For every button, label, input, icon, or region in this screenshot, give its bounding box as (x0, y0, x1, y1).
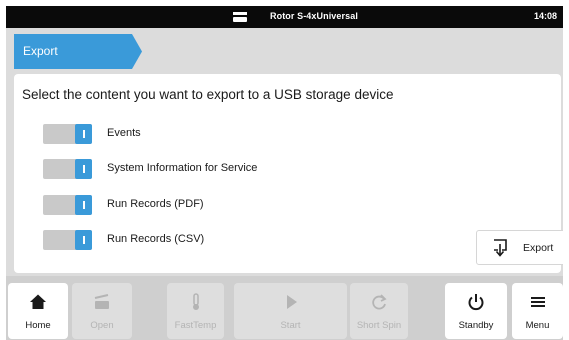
option-run-records-csv: Run Records (CSV) (43, 230, 423, 250)
home-icon (30, 294, 46, 309)
short-spin-button[interactable]: Short Spin (350, 283, 408, 339)
thermometer-icon (192, 293, 199, 310)
option-events: Events (43, 124, 423, 144)
usb-export-icon (494, 239, 507, 257)
menu-button[interactable]: Menu (512, 283, 563, 339)
option-label: Run Records (PDF) (107, 198, 204, 210)
option-run-records-pdf: Run Records (PDF) (43, 195, 423, 215)
standby-label: Standby (458, 320, 494, 331)
bottom-nav: Home Open FastTemp Start Short Spin Stan… (6, 276, 563, 340)
play-icon (286, 295, 297, 309)
short-spin-label: Short Spin (356, 320, 402, 331)
refresh-icon (372, 294, 387, 310)
toggle-knob (75, 159, 92, 179)
toggle-switch[interactable] (43, 124, 92, 144)
clock: 14:08 (533, 11, 557, 21)
device-screen: Rotor S-4xUniversal 14:08 Export Select … (6, 6, 563, 340)
option-system-information: System Information for Service (43, 159, 423, 179)
status-bar: Rotor S-4xUniversal 14:08 (6, 6, 563, 28)
toggle-knob (75, 195, 92, 215)
toggle-switch[interactable] (43, 159, 92, 179)
fasttemp-button[interactable]: FastTemp (167, 283, 224, 339)
option-label: Events (107, 127, 141, 139)
power-icon (468, 294, 484, 311)
instruction-text: Select the content you want to export to… (22, 87, 394, 102)
export-panel: Select the content you want to export to… (14, 74, 563, 273)
open-button[interactable]: Open (72, 283, 132, 339)
fasttemp-label: FastTemp (174, 320, 217, 331)
toggle-switch[interactable] (43, 195, 92, 215)
rotor-name: Rotor S-4xUniversal (270, 11, 358, 21)
toggle-knob (75, 124, 92, 144)
rotor-icon (233, 12, 247, 22)
start-label: Start (280, 320, 301, 331)
export-button[interactable]: Export (476, 230, 563, 265)
home-button[interactable]: Home (8, 283, 68, 339)
export-button-label: Export (523, 242, 554, 254)
open-label: Open (90, 320, 114, 331)
option-label: Run Records (CSV) (107, 233, 205, 245)
start-button[interactable]: Start (234, 283, 347, 339)
option-label: System Information for Service (107, 162, 258, 174)
toggle-knob (75, 230, 92, 250)
menu-icon (530, 297, 545, 307)
breadcrumb-label: Export (23, 44, 58, 58)
breadcrumb: Export (14, 34, 142, 69)
menu-label: Menu (525, 320, 550, 331)
toggle-switch[interactable] (43, 230, 92, 250)
lid-open-icon (94, 294, 109, 309)
home-label: Home (25, 320, 51, 331)
standby-button[interactable]: Standby (445, 283, 507, 339)
